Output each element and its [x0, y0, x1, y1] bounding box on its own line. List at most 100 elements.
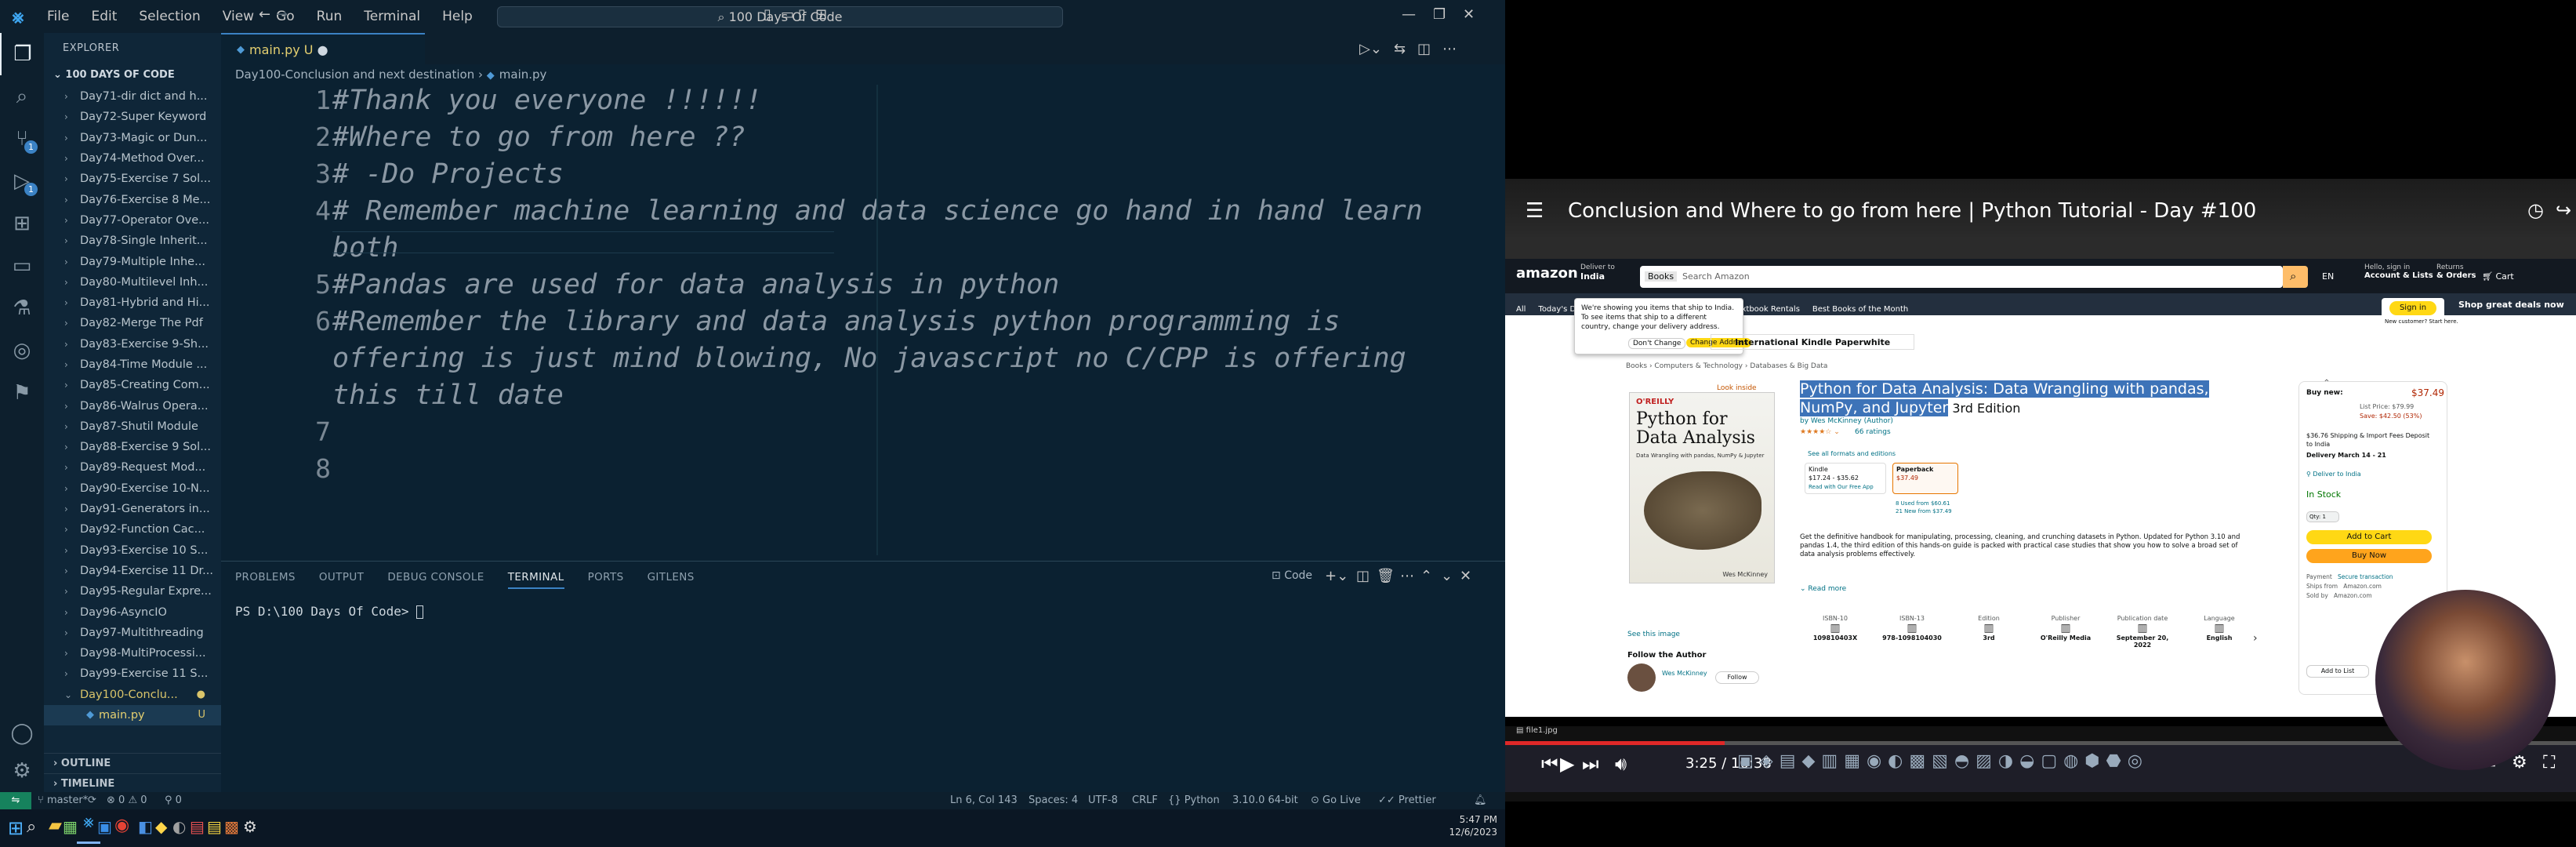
file-main-py[interactable]: ◆ main.py U	[44, 704, 221, 726]
folder-item[interactable]: › Day76-Exercise 8 Me...	[44, 189, 221, 209]
author-name[interactable]: Wes McKinney	[1662, 670, 1707, 677]
folder-item[interactable]: › Day90-Exercise 10-N...	[44, 478, 221, 499]
windows-start-icon[interactable]: ⊞	[8, 817, 24, 839]
testing-icon[interactable]: ⚗	[0, 287, 44, 329]
customize-layout-icon[interactable]: ⊞	[815, 6, 827, 23]
eol-status[interactable]: CRLF	[1132, 792, 1158, 809]
buy-now-button[interactable]: Buy Now	[2306, 549, 2432, 563]
product-byline[interactable]: by Wes McKinney (Author)	[1800, 417, 1893, 425]
folder-item[interactable]: › Day72-Super Keyword	[44, 107, 221, 127]
maximize-panel-icon[interactable]: ⌃	[1420, 568, 1432, 584]
explorer-icon[interactable]: ❐	[0, 33, 44, 75]
minimize-icon[interactable]: —	[1402, 6, 1416, 23]
more-actions-icon[interactable]: ⋯	[1442, 41, 1457, 57]
folder-item[interactable]: › Day88-Exercise 9 Sol...	[44, 437, 221, 457]
read-more-link[interactable]: ⌄ Read more	[1800, 585, 1846, 593]
dont-change-button[interactable]: Don't Change	[1628, 338, 1686, 349]
code-line[interactable]: #Where to go from here ??	[332, 122, 746, 153]
timeline-section[interactable]: › TIMELINE	[44, 773, 221, 794]
manage-gear-icon[interactable]: ⚙	[0, 750, 44, 792]
amazon-logo-icon[interactable]: amazon	[1516, 265, 1578, 282]
code-line[interactable]: #Thank you everyone !!!!!!	[332, 85, 762, 116]
toggle-secondary-sidebar-icon[interactable]: ▯	[798, 6, 806, 23]
watch-later-icon[interactable]: ◷	[2527, 199, 2544, 221]
folder-item[interactable]: › Day78-Single Inherit...	[44, 231, 221, 251]
terminal-profile[interactable]: ⊡ Code	[1272, 569, 1312, 582]
menu-item[interactable]: Selection	[139, 9, 200, 24]
toggle-panel-icon[interactable]: ▭	[781, 6, 794, 23]
panel-tab[interactable]: PORTS	[588, 571, 624, 583]
folder-item[interactable]: › Day85-Creating Com...	[44, 375, 221, 395]
next-icon[interactable]: ⏭	[1582, 753, 1599, 775]
close-icon[interactable]: ✕	[1460, 568, 1471, 584]
download-item[interactable]: ▤ file1.jpg	[1516, 726, 1558, 735]
look-inside-link[interactable]: Look inside	[1717, 384, 1757, 392]
app-taskbar-icon[interactable]: ▤	[190, 817, 205, 836]
amazon-search-button[interactable]: ⌕	[2283, 266, 2308, 288]
quantity-select[interactable]: Qty: 1	[2306, 511, 2339, 522]
folder-item[interactable]: › Day71-dir dict and h...	[44, 86, 221, 107]
new-offers[interactable]: 21 New from $37.49	[1896, 508, 1952, 514]
kill-terminal-icon[interactable]: 🗑︎	[1377, 568, 1395, 584]
shop-deals-link[interactable]: Shop great deals now	[2458, 300, 2564, 310]
panel-tab[interactable]: GITLENS	[648, 571, 695, 583]
panel-tab[interactable]: TERMINAL	[507, 571, 564, 589]
payment-value[interactable]: Secure transaction	[2338, 573, 2393, 580]
carousel-next-icon[interactable]: ›	[2253, 632, 2258, 645]
gitlens-icon[interactable]: ◎	[0, 329, 44, 372]
panel-tab[interactable]: PROBLEMS	[235, 571, 296, 583]
folder-item[interactable]: › Day89-Request Mod...	[44, 457, 221, 478]
run-python-file-icon[interactable]: ▷⌄	[1359, 41, 1382, 57]
indentation-status[interactable]: Spaces: 4	[1029, 792, 1078, 809]
video-player[interactable]: ☰ Conclusion and Where to go from here |…	[1505, 0, 2576, 847]
notepad-app-icon[interactable]: ▦	[63, 817, 78, 836]
folder-item[interactable]: › Day82-Merge The Pdf	[44, 313, 221, 333]
share-icon[interactable]: ↪	[2556, 199, 2571, 221]
folder-item[interactable]: › Day97-Multithreading	[44, 623, 221, 643]
folder-item[interactable]: › Day92-Function Cac...	[44, 519, 221, 540]
add-to-cart-button[interactable]: Add to Cart	[2306, 530, 2432, 544]
branch-status[interactable]: ⑂ master*	[38, 792, 88, 809]
file-explorer-icon[interactable]: ▰	[49, 816, 62, 835]
terminal-output[interactable]: PS D:\100 Days Of Code>	[235, 604, 424, 619]
folder-item[interactable]: › Day87-Shutil Module	[44, 416, 221, 437]
menu-item[interactable]: Terminal	[364, 9, 420, 24]
toggle-sidebar-icon[interactable]: ▯	[764, 6, 771, 23]
amazon-nav-link[interactable]: Best Books of the Month	[1812, 305, 1908, 314]
ratings-count[interactable]: 66 ratings	[1855, 428, 1891, 436]
settings-gear-icon[interactable]: ⚙	[243, 817, 257, 836]
prettier-status[interactable]: ✓✓ Prettier	[1378, 792, 1436, 809]
returns-orders[interactable]: Returns & Orders	[2436, 264, 2476, 280]
amazon-nav-link[interactable]: All	[1516, 305, 1526, 314]
search-scope[interactable]: Books	[1645, 271, 1678, 282]
app-taskbar-icon[interactable]: ▩	[224, 817, 239, 836]
folder-item[interactable]: › Day99-Exercise 11 S...	[44, 663, 221, 684]
see-image-link[interactable]: See this image	[1627, 631, 1680, 638]
folder-item[interactable]: › Day74-Method Over...	[44, 148, 221, 169]
code-editor[interactable]: 1 #Thank you everyone !!!!!! 2 #Where to go…	[221, 85, 1505, 555]
app-taskbar-icon[interactable]: ◆	[155, 817, 167, 836]
app-taskbar-icon[interactable]: ◐	[172, 817, 186, 836]
cursor-position[interactable]: Ln 6, Col 143	[950, 792, 1018, 809]
menu-item[interactable]: Edit	[91, 9, 117, 24]
folder-item[interactable]: › Day83-Exercise 9-Sh...	[44, 334, 221, 354]
folder-item[interactable]: › Day93-Exercise 10 S...	[44, 540, 221, 561]
sign-in-button[interactable]: Sign in	[2389, 301, 2436, 315]
code-line[interactable]: this till date	[332, 380, 564, 411]
app-taskbar-icon[interactable]: ▣	[97, 817, 112, 836]
folder-item[interactable]: › Day79-Multiple Inhe...	[44, 251, 221, 271]
new-customer-link[interactable]: New customer? Start here.	[2385, 318, 2458, 325]
breadcrumb-file[interactable]: main.py	[499, 67, 547, 82]
amazon-search-input[interactable]: Books Search Amazon	[1640, 266, 2283, 288]
forward-arrow-icon[interactable]: →	[276, 6, 288, 23]
panel-more-icon[interactable]: ⋯	[1400, 568, 1414, 584]
folder-item[interactable]: › Day96-AsyncIO	[44, 602, 221, 622]
close-panel-icon[interactable]: ⌄	[1441, 568, 1453, 584]
format-paperback[interactable]: Paperback $37.49	[1892, 463, 1958, 494]
hamburger-menu-icon[interactable]: ☰	[1526, 199, 1544, 223]
folder-item[interactable]: › Day94-Exercise 11 Dr...	[44, 561, 221, 581]
search-icon[interactable]: ⌕	[0, 75, 44, 118]
menu-item[interactable]: Run	[317, 9, 343, 24]
video-title[interactable]: Conclusion and Where to go from here | P…	[1568, 199, 2256, 223]
cart-button[interactable]: 🛒︎ Cart	[2482, 271, 2514, 282]
